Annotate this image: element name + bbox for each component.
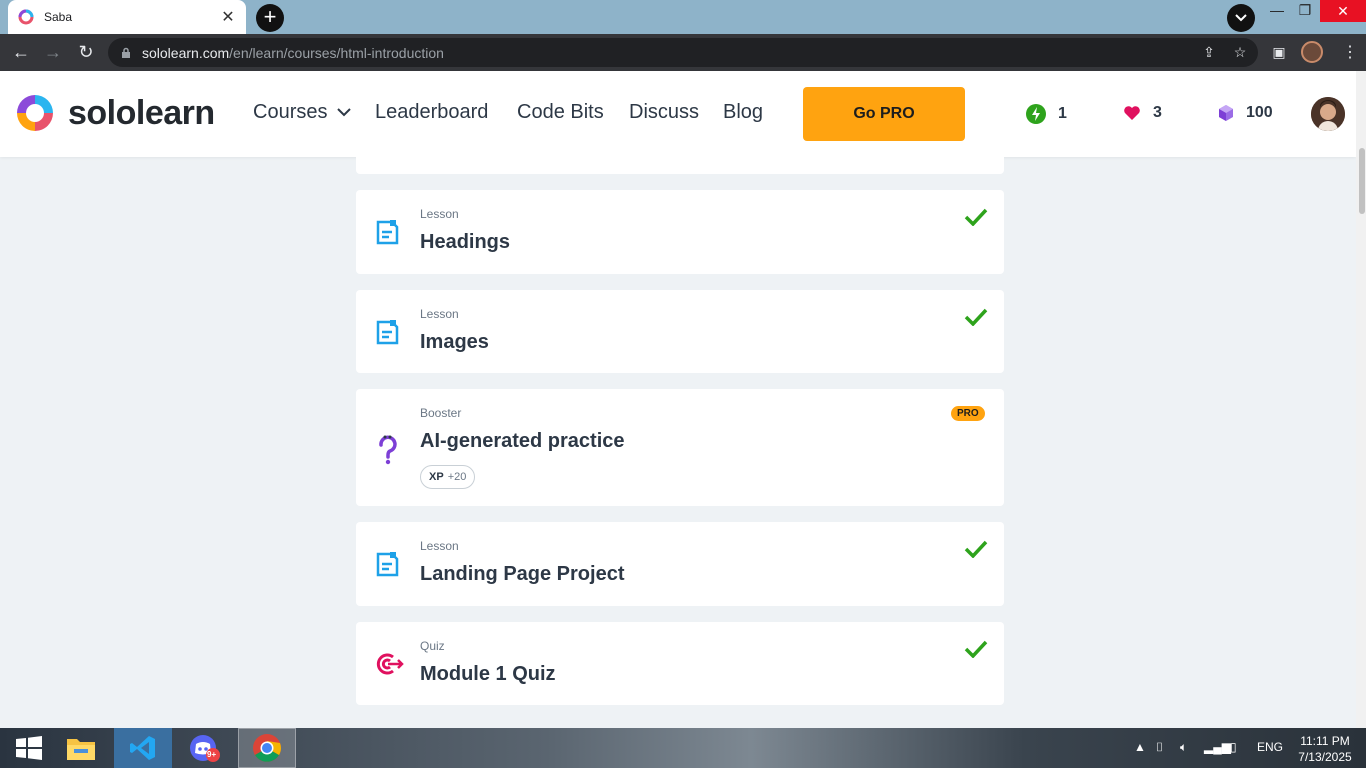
pro-badge: PRO: [951, 406, 985, 421]
new-tab-button[interactable]: +: [256, 4, 284, 32]
language-indicator[interactable]: ENG: [1257, 740, 1283, 754]
card-title: AI-generated practice: [420, 430, 625, 452]
clock-date: 7/13/2025: [1298, 750, 1352, 764]
lesson-icon: [376, 220, 399, 245]
windows-taskbar: 9+ ▲ ⌷ 🔈︎ ▂▄▆ ▯ ENG 11:11 PM 7/13/2025: [0, 728, 1366, 768]
question-icon: [379, 435, 397, 465]
gems-value: 100: [1246, 104, 1273, 121]
restore-icon[interactable]: ❐: [1290, 0, 1320, 22]
lesson-icon: [376, 320, 399, 345]
minimize-icon[interactable]: —: [1262, 0, 1292, 22]
user-avatar[interactable]: [1311, 97, 1345, 131]
xp-reward-chip: XP +20: [420, 465, 476, 489]
lesson-icon: [376, 552, 399, 577]
xp-value: +20: [447, 471, 467, 483]
battery-plugged-icon[interactable]: ⌷: [1156, 740, 1163, 755]
chrome-icon: [253, 734, 281, 762]
site-header: sololearn Courses Leaderboard Code Bits …: [0, 71, 1356, 157]
gem-cube-icon: [1219, 105, 1233, 121]
card-type: Quiz: [420, 639, 445, 653]
nav-code-bits[interactable]: Code Bits: [517, 101, 604, 124]
sololearn-favicon-icon: [18, 9, 34, 25]
nav-discuss[interactable]: Discuss: [629, 101, 699, 124]
forward-icon[interactable]: →: [42, 42, 64, 64]
chevron-down-icon: [1235, 14, 1247, 22]
sololearn-logo-icon: [17, 95, 53, 131]
card-title: Headings: [420, 231, 511, 253]
browser-menu-icon[interactable]: ⋮: [1342, 42, 1358, 62]
back-icon[interactable]: ←: [10, 42, 32, 64]
go-pro-button[interactable]: Go PRO: [803, 87, 965, 141]
url-host: sololearn.com: [142, 44, 230, 61]
card-title: Landing Page Project: [420, 563, 625, 585]
clock-time: 11:11 PM: [1300, 734, 1350, 748]
folder-icon: [67, 739, 95, 760]
gems-counter[interactable]: 100: [1218, 104, 1273, 122]
hearts-counter[interactable]: 3: [1123, 104, 1162, 122]
lesson-card-headings[interactable]: Lesson Headings: [356, 190, 1004, 274]
page-scrollbar-thumb[interactable]: [1359, 148, 1365, 214]
discord-icon: [190, 735, 220, 762]
hearts-value: 3: [1153, 104, 1162, 121]
window-close-icon[interactable]: ✕: [1320, 0, 1366, 22]
quiz-card-module-1[interactable]: Quiz Module 1 Quiz: [356, 622, 1004, 705]
lesson-card-landing-page[interactable]: Lesson Landing Page Project: [356, 522, 1004, 606]
side-panel-icon[interactable]: ▣: [1269, 42, 1289, 62]
share-icon[interactable]: ⇪: [1199, 42, 1219, 62]
check-icon: [964, 640, 988, 658]
chevron-down-icon: [337, 108, 352, 117]
avatar-image: [1311, 97, 1345, 131]
browser-tab[interactable]: Saba ✕: [8, 0, 246, 34]
browser-tab-strip: Saba ✕ + — ❐ ✕: [0, 0, 1366, 34]
vscode-icon: [130, 736, 155, 760]
tray-expand-icon[interactable]: ▲: [1134, 740, 1146, 754]
card-type: Lesson: [420, 539, 459, 553]
browser-profile-avatar[interactable]: [1301, 41, 1323, 63]
logo-text: sololearn: [68, 93, 215, 132]
card-type: Lesson: [420, 307, 459, 321]
lightning-icon: [1026, 104, 1046, 124]
discord-button[interactable]: 9+: [176, 728, 234, 768]
check-icon: [964, 208, 988, 226]
streak-value: 1: [1058, 105, 1067, 122]
streak-counter[interactable]: 1: [1026, 104, 1067, 124]
start-button[interactable]: [0, 728, 58, 768]
lesson-card-partial[interactable]: [356, 150, 1004, 174]
address-bar[interactable]: sololearn.com/en/learn/courses/html-intr…: [108, 38, 1258, 67]
reload-icon[interactable]: ↻: [75, 42, 97, 64]
nav-leaderboard[interactable]: Leaderboard: [375, 101, 488, 124]
notification-muted-icon[interactable]: ▯: [1230, 740, 1237, 754]
windows-logo-icon: [16, 736, 42, 760]
bookmark-star-icon[interactable]: ☆: [1230, 42, 1250, 62]
tab-search-button[interactable]: [1227, 4, 1255, 32]
tab-title: Saba: [44, 10, 73, 24]
browser-toolbar: ← → ↻ sololearn.com/en/learn/courses/htm…: [0, 34, 1366, 71]
sololearn-logo[interactable]: sololearn: [14, 92, 215, 134]
tab-close-icon[interactable]: ✕: [220, 7, 236, 27]
nav-courses-label: Courses: [253, 101, 328, 123]
check-icon: [964, 540, 988, 558]
volume-icon[interactable]: 🔈︎: [1180, 740, 1187, 755]
taskbar-clock[interactable]: 11:11 PM 7/13/2025: [1290, 733, 1360, 765]
discord-notification-badge: 9+: [207, 750, 217, 759]
file-explorer-button[interactable]: [52, 728, 110, 768]
network-signal-icon[interactable]: ▂▄▆: [1204, 740, 1231, 754]
nav-courses[interactable]: Courses: [253, 101, 352, 124]
url-path: /en/learn/courses/html-introduction: [229, 44, 444, 61]
heart-icon: [1124, 106, 1140, 120]
target-icon: [376, 653, 404, 675]
card-title: Images: [420, 331, 489, 353]
check-icon: [964, 308, 988, 326]
lesson-card-images[interactable]: Lesson Images: [356, 290, 1004, 373]
card-type: Lesson: [420, 207, 459, 221]
xp-label: XP: [429, 471, 444, 483]
card-title: Module 1 Quiz: [420, 663, 556, 685]
lock-icon: [122, 47, 130, 58]
nav-blog[interactable]: Blog: [723, 101, 763, 124]
chrome-button[interactable]: [238, 728, 296, 768]
booster-card-ai-practice[interactable]: Booster AI-generated practice PRO XP +20: [356, 389, 1004, 506]
card-type: Booster: [420, 406, 462, 420]
vscode-button[interactable]: [114, 728, 172, 768]
